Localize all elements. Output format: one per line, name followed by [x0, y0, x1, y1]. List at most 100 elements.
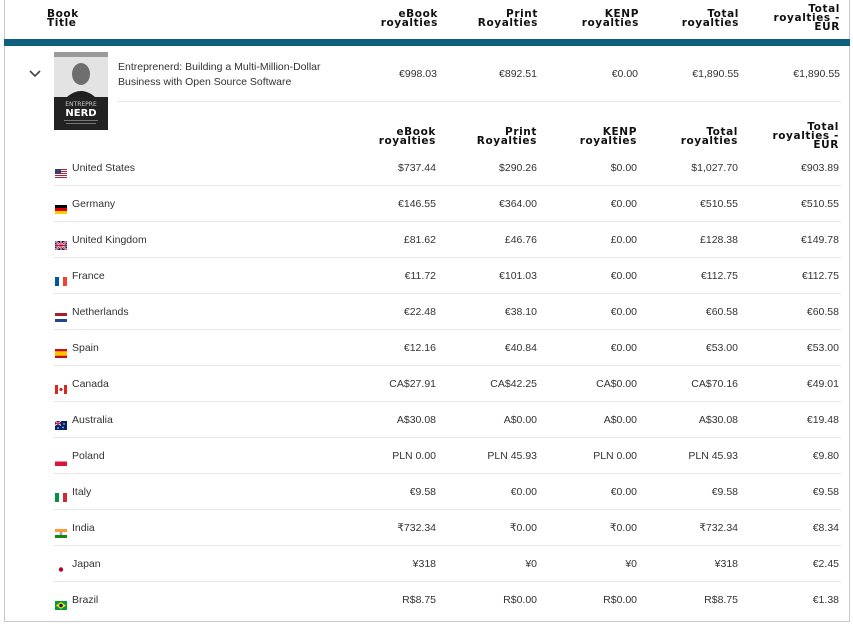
header-kenp: KENP royalties — [581, 9, 639, 29]
book-ebook-value: €998.03 — [399, 68, 437, 80]
flag-ca-icon — [55, 379, 67, 394]
row-divider — [54, 473, 841, 474]
country-name: United States — [72, 162, 136, 174]
flag-it-icon — [55, 487, 67, 502]
cell-kenp: $0.00 — [610, 162, 637, 174]
subheader-print-line2: Royalties — [476, 135, 537, 147]
cell-total: €510.55 — [700, 198, 738, 210]
cell-total: €60.58 — [705, 306, 738, 318]
cell-eur: €903.89 — [801, 162, 839, 174]
cell-print: €101.03 — [499, 270, 537, 282]
cell-ebook: A$30.08 — [396, 414, 436, 426]
header-book-title: Book Title — [47, 9, 79, 29]
cell-ebook: €12.16 — [403, 342, 436, 354]
cell-eur: €53.00 — [806, 342, 839, 354]
cell-eur: €8.34 — [812, 522, 839, 534]
book-total-value: €1,890.55 — [692, 68, 739, 80]
book-cover-image: ENTREPRE NERD — [54, 52, 108, 130]
flag-br-icon — [55, 595, 67, 610]
table-row: United States $737.44 $290.26 $0.00 $1,027.7… — [0, 162, 853, 199]
cell-eur: €9.80 — [812, 450, 839, 462]
cell-kenp: PLN 0.00 — [593, 450, 637, 462]
row-divider — [54, 257, 841, 258]
subheader-ebook: eBook royalties — [378, 127, 436, 147]
cell-total: €53.00 — [705, 342, 738, 354]
cell-kenp: €0.00 — [610, 306, 637, 318]
header-accent-bar — [4, 39, 850, 46]
cell-ebook: ₹732.34 — [397, 522, 436, 534]
cell-eur: €60.58 — [806, 306, 839, 318]
country-name: Netherlands — [72, 306, 129, 318]
row-divider — [54, 365, 841, 366]
cell-total: CA$70.16 — [691, 378, 738, 390]
book-total-eur-value: €1,890.55 — [793, 68, 840, 80]
subheader-total-eur: Total royalties - EUR — [772, 122, 839, 151]
cover-text-top: ENTREPRE — [65, 101, 97, 108]
subheader-total: Total royalties — [681, 127, 738, 147]
cell-print: A$0.00 — [503, 414, 537, 426]
row-divider — [54, 293, 841, 294]
cell-kenp: £0.00 — [610, 234, 637, 246]
flag-jp-icon — [55, 559, 67, 574]
cell-total: ¥318 — [714, 558, 738, 570]
cell-print: CA$42.25 — [490, 378, 537, 390]
cell-ebook: CA$27.91 — [389, 378, 436, 390]
table-row: India ₹732.34 ₹0.00 ₹0.00 ₹732.34 €8.34 — [0, 522, 853, 559]
cell-ebook: €22.48 — [403, 306, 436, 318]
book-title-line2: Business with Open Source Software — [118, 76, 292, 88]
header-ebook: eBook royalties — [380, 9, 438, 29]
header-total-eur-line3: EUR — [814, 21, 840, 33]
table-row: Germany €146.55 €364.00 €0.00 €510.55 €510.55 — [0, 198, 853, 235]
cell-print: ₹0.00 — [509, 522, 537, 534]
cell-eur: €9.58 — [812, 486, 839, 498]
cell-total: €112.75 — [700, 270, 738, 282]
cell-kenp: €0.00 — [610, 342, 637, 354]
cell-print: PLN 45.93 — [487, 450, 537, 462]
subheader-kenp-line2: royalties — [579, 135, 637, 147]
cell-eur: €1.38 — [812, 594, 839, 606]
header-kenp-line2: royalties — [581, 17, 639, 29]
country-name: France — [72, 270, 105, 282]
cell-kenp: ₹0.00 — [609, 522, 637, 534]
cell-print: €40.84 — [504, 342, 537, 354]
cell-eur: €510.55 — [801, 198, 839, 210]
country-name: India — [72, 522, 95, 534]
flag-au-icon — [54, 415, 67, 430]
cell-ebook: €11.72 — [404, 270, 436, 282]
book-title[interactable]: Entreprenerd: Building a Multi-Million-D… — [118, 60, 358, 90]
cell-total: £128.38 — [700, 234, 738, 246]
book-kenp-value: €0.00 — [611, 68, 638, 80]
flag-us-icon — [55, 163, 67, 178]
flag-fr-icon — [55, 271, 67, 286]
country-name: United Kingdom — [72, 234, 147, 246]
row-divider — [54, 401, 841, 402]
flag-es-icon — [55, 343, 67, 358]
subheader-kenp: KENP royalties — [579, 127, 637, 147]
book-title-line1: Entreprenerd: Building a Multi-Million-D… — [118, 61, 321, 73]
cell-print: €0.00 — [510, 486, 537, 498]
cell-ebook: $737.44 — [398, 162, 436, 174]
table-row: Brazil R$8.75 R$0.00 R$0.00 R$8.75 €1.38 — [0, 594, 853, 631]
cell-ebook: ¥318 — [412, 558, 436, 570]
country-name: Germany — [72, 198, 116, 210]
cell-kenp: ¥0 — [625, 558, 637, 570]
subheader-ebook-line2: royalties — [378, 135, 436, 147]
header-book-title-line2: Title — [47, 17, 77, 29]
chevron-down-icon[interactable] — [28, 66, 42, 80]
row-divider — [54, 437, 841, 438]
cell-total: R$8.75 — [704, 594, 738, 606]
flag-nl-icon — [55, 307, 67, 322]
cell-total: A$30.08 — [698, 414, 738, 426]
flag-pl-icon — [55, 451, 67, 466]
row-divider — [54, 329, 841, 330]
table-row: Italy €9.58 €0.00 €0.00 €9.58 €9.58 — [0, 486, 853, 523]
cell-print: £46.76 — [504, 234, 537, 246]
header-ebook-line2: royalties — [380, 17, 438, 29]
country-name: Spain — [72, 342, 99, 354]
row-divider — [54, 185, 841, 186]
row-divider — [54, 509, 841, 510]
header-print-line2: Royalties — [477, 17, 538, 29]
country-name: Australia — [72, 414, 113, 426]
country-name: Italy — [72, 486, 92, 498]
cell-ebook: €146.55 — [398, 198, 436, 210]
